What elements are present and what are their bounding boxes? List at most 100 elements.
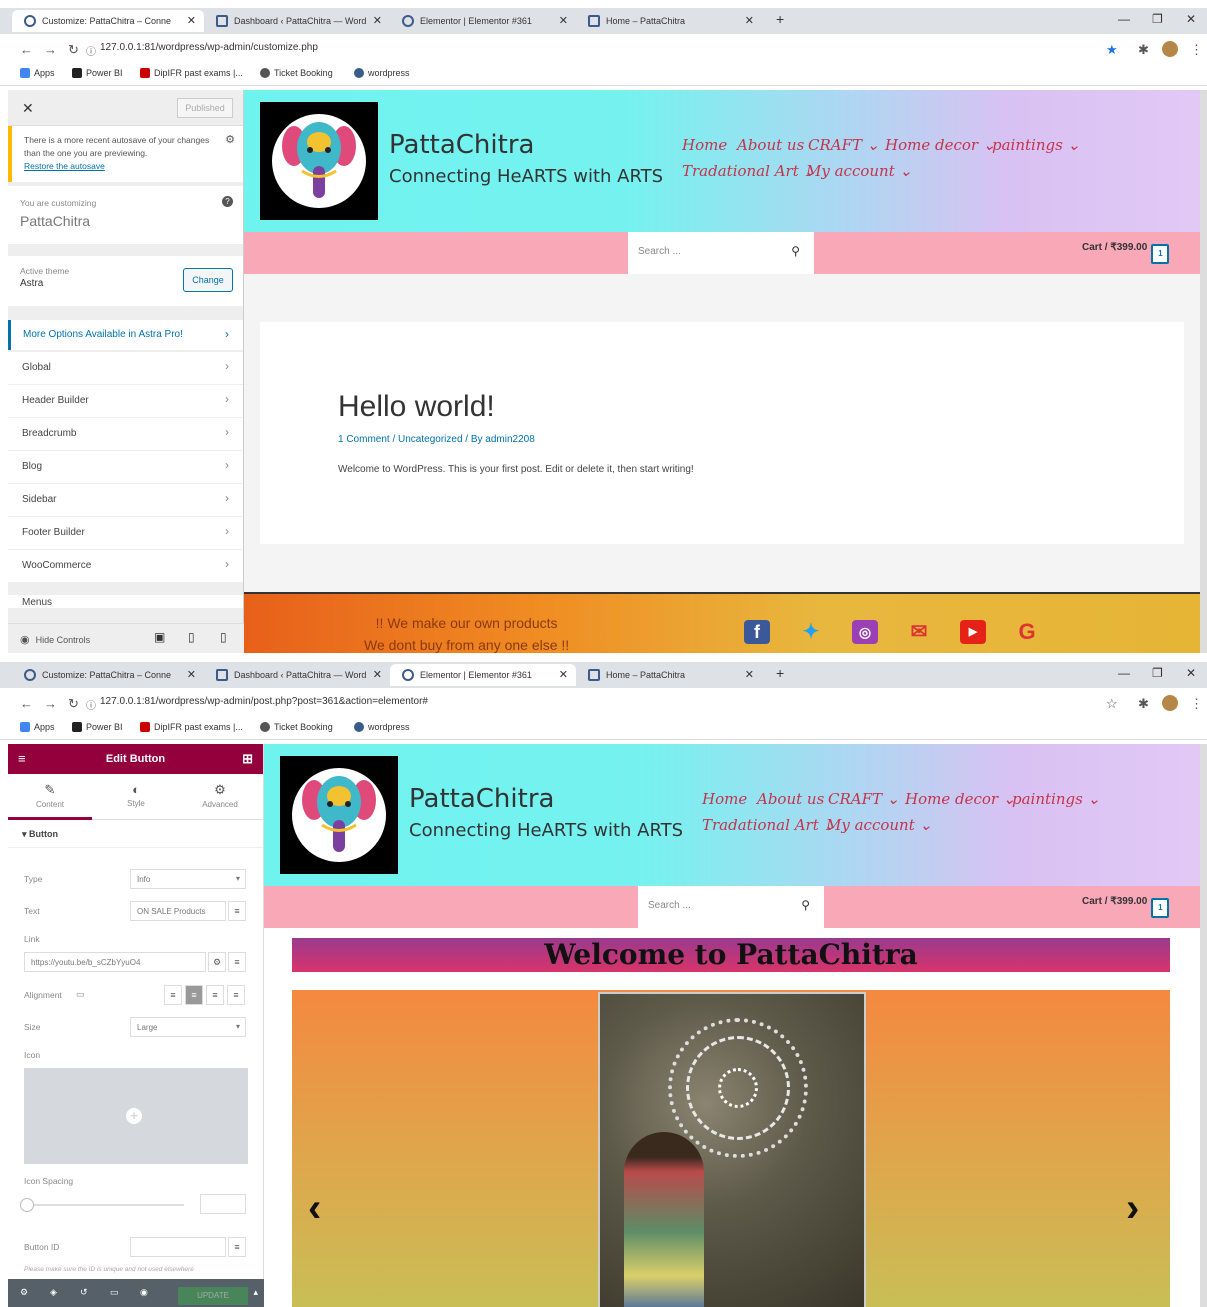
tablet-icon[interactable]: ▯ bbox=[188, 630, 195, 644]
size-select[interactable]: Large ▾ bbox=[130, 1017, 246, 1037]
search-field[interactable]: Search ... ⚲ bbox=[638, 886, 824, 928]
close-icon[interactable]: ✕ bbox=[187, 14, 196, 27]
plus-icon[interactable]: + bbox=[126, 1108, 142, 1124]
menu-paintings[interactable]: paintings ⌄ bbox=[1012, 790, 1100, 808]
forward-icon[interactable]: → bbox=[44, 42, 57, 57]
align-left-icon[interactable]: ≡ bbox=[164, 985, 182, 1005]
menu-about[interactable]: About us bbox=[737, 136, 804, 154]
section-sidebar[interactable]: Sidebar › bbox=[8, 484, 243, 517]
post-title[interactable]: Hello world! bbox=[338, 390, 495, 424]
section-breadcrumb[interactable]: Breadcrumb › bbox=[8, 418, 243, 451]
site-title[interactable]: PattaChitra bbox=[389, 130, 534, 160]
help-icon[interactable]: ? bbox=[222, 196, 233, 207]
extensions-icon[interactable]: ✱ bbox=[1138, 42, 1149, 58]
site-logo[interactable] bbox=[260, 102, 378, 220]
dynamic-tags-icon[interactable]: ≡ bbox=[228, 901, 246, 921]
align-right-icon[interactable]: ≡ bbox=[206, 985, 224, 1005]
history-icon[interactable]: ↺ bbox=[80, 1287, 88, 1298]
google-icon[interactable]: G bbox=[1014, 620, 1040, 644]
menu-home-decor[interactable]: Home decor ⌄ bbox=[905, 790, 1015, 808]
extensions-icon[interactable]: ✱ bbox=[1138, 696, 1149, 712]
menu-paintings[interactable]: paintings ⌄ bbox=[992, 136, 1080, 154]
bookmark-wordpress[interactable]: wordpress bbox=[354, 722, 410, 732]
minimize-icon[interactable]: — bbox=[1118, 12, 1130, 26]
scrollbar[interactable] bbox=[1200, 90, 1207, 653]
text-input[interactable]: ON SALE Products bbox=[130, 901, 226, 921]
carousel-next-icon[interactable]: › bbox=[1126, 1186, 1139, 1231]
button-id-input[interactable] bbox=[130, 1237, 226, 1257]
dismiss-icon[interactable]: ⚙ bbox=[225, 134, 235, 147]
section-woocommerce[interactable]: WooCommerce › bbox=[8, 550, 243, 583]
dynamic-tags-icon[interactable]: ≡ bbox=[228, 1237, 246, 1257]
new-tab-icon[interactable]: + bbox=[776, 11, 784, 27]
responsive-icon[interactable]: ▭ bbox=[110, 1287, 119, 1298]
section-menus[interactable]: Menus bbox=[8, 595, 243, 609]
tab-elementor[interactable]: Elementor | Elementor #361 ✕ bbox=[390, 10, 576, 32]
menu-my-account[interactable]: My account ⌄ bbox=[806, 162, 912, 180]
bookmark-wordpress[interactable]: wordpress bbox=[354, 68, 410, 78]
desktop-icon[interactable]: ▣ bbox=[154, 630, 165, 644]
scrollbar[interactable] bbox=[1200, 744, 1207, 1307]
window-close-icon[interactable]: ✕ bbox=[1186, 666, 1196, 680]
section-blog[interactable]: Blog › bbox=[8, 451, 243, 484]
close-icon[interactable]: ✕ bbox=[373, 14, 382, 27]
dynamic-tags-icon[interactable]: ≡ bbox=[228, 952, 246, 972]
icon-spacing-input[interactable] bbox=[200, 1194, 246, 1214]
bookmark-powerbi[interactable]: Power BI bbox=[72, 68, 123, 78]
mobile-icon[interactable]: ▯ bbox=[220, 630, 227, 644]
icon-spacing-slider[interactable] bbox=[20, 1198, 184, 1212]
caret-up-icon[interactable]: ▴ bbox=[253, 1287, 258, 1298]
minimize-icon[interactable]: — bbox=[1118, 666, 1130, 680]
close-icon[interactable]: ✕ bbox=[559, 14, 568, 27]
maximize-icon[interactable]: ❐ bbox=[1152, 12, 1163, 26]
gear-icon[interactable]: ⚙ bbox=[208, 952, 226, 972]
url-field[interactable]: 127.0.0.1:81/wordpress/wp-admin/customiz… bbox=[100, 42, 318, 53]
menu-about[interactable]: About us bbox=[757, 790, 824, 808]
post-meta[interactable]: 1 Comment / Uncategorized / By admin2208 bbox=[338, 434, 535, 445]
cart-link[interactable]: Cart / ₹399.001 bbox=[1082, 242, 1170, 264]
new-tab-icon[interactable]: + bbox=[776, 665, 784, 681]
tab-home[interactable]: Home – PattaChitra ✕ bbox=[576, 664, 762, 686]
site-logo[interactable] bbox=[280, 756, 398, 874]
twitter-icon[interactable]: ✦ bbox=[798, 620, 824, 644]
hide-controls-icon[interactable]: ◉ bbox=[20, 634, 30, 646]
tab-style[interactable]: ◐ Style bbox=[94, 782, 178, 808]
tab-customize[interactable]: Customize: PattaChitra – Conne ✕ bbox=[12, 664, 204, 686]
close-icon[interactable]: ✕ bbox=[745, 668, 754, 681]
bookmark-powerbi[interactable]: Power BI bbox=[72, 722, 123, 732]
tab-advanced[interactable]: ⚙ Advanced bbox=[178, 782, 262, 809]
forward-icon[interactable]: → bbox=[44, 696, 57, 711]
youtube-icon[interactable]: ▶ bbox=[960, 620, 986, 644]
search-icon[interactable]: ⚲ bbox=[791, 244, 800, 258]
menu-icon[interactable]: ⋮ bbox=[1190, 42, 1203, 58]
reload-icon[interactable]: ↻ bbox=[68, 696, 79, 712]
section-global[interactable]: Global › bbox=[8, 352, 243, 385]
align-center-icon[interactable]: ≡ bbox=[185, 985, 203, 1005]
preview-icon[interactable]: ◉ bbox=[140, 1287, 148, 1298]
cart-link[interactable]: Cart / ₹399.001 bbox=[1082, 896, 1170, 918]
button-section-toggle[interactable]: ▾ Button bbox=[8, 820, 263, 848]
menu-tradational-art[interactable]: Tradational Art ⌄ bbox=[682, 162, 816, 180]
close-icon[interactable]: ✕ bbox=[187, 668, 196, 681]
hide-controls-button[interactable]: Hide Controls bbox=[36, 635, 91, 645]
link-input[interactable]: https://youtu.be/b_sCZbYyuO4 bbox=[24, 952, 206, 972]
search-field[interactable]: Search ... ⚲ bbox=[628, 232, 814, 274]
back-icon[interactable]: ← bbox=[20, 42, 33, 57]
settings-icon[interactable]: ⚙ bbox=[20, 1287, 28, 1298]
close-icon[interactable]: ✕ bbox=[559, 668, 568, 681]
tab-dashboard[interactable]: Dashboard ‹ PattaChitra — Word ✕ bbox=[204, 10, 390, 32]
email-icon[interactable]: ✉ bbox=[906, 620, 932, 644]
bookmark-ticket[interactable]: Ticket Booking bbox=[260, 68, 333, 78]
slider-handle[interactable] bbox=[20, 1198, 34, 1212]
section-footer-builder[interactable]: Footer Builder › bbox=[8, 517, 243, 550]
type-select[interactable]: Info ▾ bbox=[130, 869, 246, 889]
hamburger-icon[interactable]: ≡ bbox=[18, 744, 26, 774]
menu-tradational-art[interactable]: Tradational Art ⌄ bbox=[702, 816, 836, 834]
reload-icon[interactable]: ↻ bbox=[68, 42, 79, 58]
bookmark-dipifr[interactable]: DipIFR past exams |... bbox=[140, 722, 243, 732]
menu-craft[interactable]: CRAFT ⌄ bbox=[808, 136, 879, 154]
menu-craft[interactable]: CRAFT ⌄ bbox=[828, 790, 899, 808]
icon-picker[interactable]: + bbox=[24, 1068, 248, 1164]
close-icon[interactable]: ✕ bbox=[22, 100, 34, 117]
site-title[interactable]: PattaChitra bbox=[409, 784, 554, 814]
